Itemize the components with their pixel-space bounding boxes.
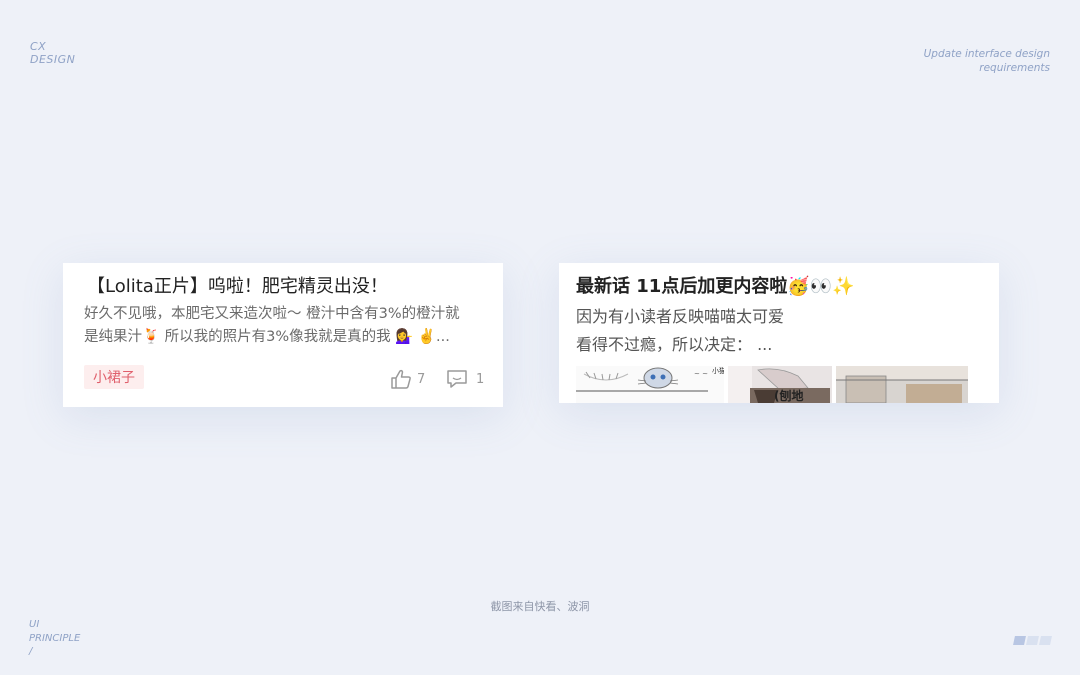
footer-label: UI PRINCIPLE / [29, 618, 80, 659]
update-title: 最新话 11点后加更内容啦🥳👀✨ [576, 276, 855, 297]
like-count: 7 [417, 371, 426, 387]
post-title: 【Lolita正片】呜啦！肥宅精灵出没！ [87, 276, 388, 297]
post-description-line-2: 是纯果汁🍹 所以我的照片有3%像我就是真的我 💁‍♀️ ✌️... [84, 329, 450, 345]
screenshot-source-caption: 截图来自快看、波洞 [490, 600, 590, 613]
update-description-line-1: 因为有小读者反映喵喵太可爱 [576, 307, 785, 326]
comic-thumbnail-scene[interactable]: (刨地 [728, 366, 832, 403]
page-indicator[interactable] [1013, 636, 1052, 645]
footer-label-line-3: / [29, 646, 33, 657]
header-note-line-2: requirements [979, 62, 1050, 74]
page-dot-active[interactable] [1013, 636, 1026, 645]
room-illustration [836, 366, 968, 403]
footer-label-line-2: PRINCIPLE [29, 632, 81, 644]
brand-line-1: CX [30, 40, 47, 53]
header-note-line-1: Update interface design [923, 48, 1050, 60]
post-description-line-1: 好久不见哦，本肥宅又来造次啦～ 橙汁中含有3%的橙汁就 [84, 306, 460, 322]
brand-logo: CX DESIGN [30, 40, 75, 66]
comic-thumbnail-cat[interactable]: ~ ~ 小猫咪！ [576, 366, 724, 403]
comic-thumbnail-sfx: (刨地 [774, 389, 804, 403]
post-description: 好久不见哦，本肥宅又来造次啦～ 橙汁中含有3%的橙汁就 是纯果汁🍹 所以我的照片… [84, 303, 489, 349]
footer-label-line-1: UI [29, 619, 40, 630]
comic-thumbnail-caption: 小猫咪！ [712, 367, 724, 375]
svg-text:~ ~: ~ ~ [694, 370, 708, 378]
comic-update-card[interactable]: 最新话 11点后加更内容啦🥳👀✨ 因为有小读者反映喵喵太可爱 看得不过瘾，所以决… [559, 263, 999, 403]
cat-illustration: ~ ~ [576, 366, 724, 403]
page-dot[interactable] [1039, 636, 1052, 645]
comment-icon [447, 370, 467, 388]
update-description-line-2: 看得不过瘾，所以决定： ... [576, 335, 773, 354]
comment-button[interactable]: 1 [446, 369, 484, 389]
update-description: 因为有小读者反映喵喵太可爱 看得不过瘾，所以决定： ... [576, 303, 981, 359]
post-card[interactable]: 【Lolita正片】呜啦！肥宅精灵出没！ 好久不见哦，本肥宅又来造次啦～ 橙汁中… [63, 263, 503, 407]
header-note: Update interface design requirements [924, 47, 1050, 75]
comic-thumbnail-room[interactable] [836, 366, 968, 403]
brand-line-2: DESIGN [30, 53, 76, 66]
like-button[interactable]: 7 [390, 369, 425, 389]
comic-thumbnails[interactable]: ~ ~ 小猫咪！ (刨地 [576, 366, 968, 403]
post-tag[interactable]: 小裙子 [84, 365, 144, 389]
page-dot[interactable] [1026, 636, 1039, 645]
comment-count: 1 [476, 371, 485, 387]
thumbs-up-icon [391, 369, 411, 389]
